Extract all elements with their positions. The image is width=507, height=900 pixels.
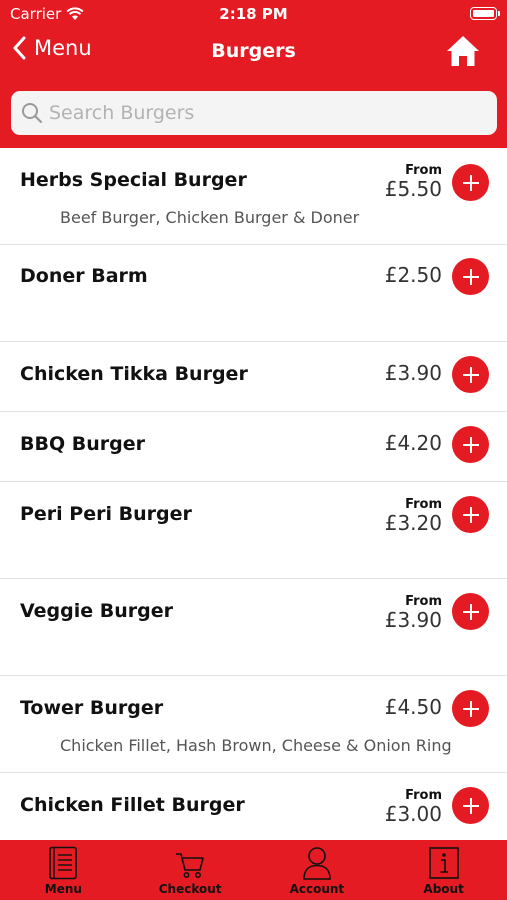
item-price: £2.50 [384,263,442,287]
add-button[interactable] [452,164,489,201]
menu-book-icon [49,846,78,880]
item-description: Beef Burger, Chicken Burger & Doner [60,208,360,227]
nav-bar: Menu Burgers [0,30,507,76]
chevron-left-icon [13,36,26,60]
item-name: Herbs Special Burger [20,169,247,191]
item-price: £3.20 [384,511,442,535]
item-description: Chicken Fillet, Hash Brown, Cheese & Oni… [60,736,452,755]
add-button[interactable] [452,690,489,727]
status-bar: Carrier 2:18 PM [0,0,507,28]
from-label: From [405,497,442,512]
add-button[interactable] [452,787,489,824]
home-button[interactable] [445,34,481,72]
search-icon [22,103,43,124]
add-button[interactable] [452,258,489,295]
list-item[interactable]: Doner Barm £2.50 [0,245,507,342]
item-price: £4.20 [384,431,442,455]
item-name: Peri Peri Burger [20,503,192,525]
tab-about-label: About [423,882,464,896]
tab-menu[interactable]: Menu [0,840,127,900]
item-name: BBQ Burger [20,433,145,455]
item-price: £3.90 [384,361,442,385]
tab-about[interactable]: About [380,840,507,900]
item-name: Doner Barm [20,265,148,287]
price-box: £4.50 [385,696,442,718]
back-button[interactable]: Menu [12,36,92,60]
home-icon [447,36,479,66]
tab-account[interactable]: Account [254,840,381,900]
back-label: Menu [34,36,92,60]
person-icon [303,847,331,880]
cart-icon [176,853,204,878]
item-price: £4.50 [384,695,442,719]
burger-list: Herbs Special Burger From £5.50 Beef Bur… [0,148,507,840]
add-button[interactable] [452,356,489,393]
add-button[interactable] [452,593,489,630]
battery-icon [470,7,500,20]
list-item[interactable]: Veggie Burger From £3.90 [0,579,507,676]
list-item[interactable]: Tower Burger £4.50 Chicken Fillet, Hash … [0,676,507,773]
add-button[interactable] [452,426,489,463]
price-box: From £5.50 [384,163,442,201]
price-box: From £3.20 [384,497,442,535]
item-price: £3.90 [384,608,442,632]
tab-account-label: Account [289,882,345,896]
tab-bar: Menu Checkout Account About [0,840,507,900]
add-button[interactable] [452,496,489,533]
from-label: From [405,594,442,609]
item-price: £5.50 [384,177,442,201]
price-box: £3.90 [385,362,442,384]
list-item[interactable]: Peri Peri Burger From £3.20 [0,482,507,579]
price-box: From £3.00 [384,788,442,826]
status-time: 2:18 PM [219,5,288,23]
list-item[interactable]: BBQ Burger £4.20 [0,412,507,482]
price-box: £4.20 [385,432,442,454]
item-name: Chicken Tikka Burger [20,363,248,385]
header: Carrier 2:18 PM Menu Burgers [0,0,507,148]
item-price: £3.00 [384,802,442,826]
price-box: £2.50 [385,264,442,286]
tab-menu-label: Menu [44,882,82,896]
item-name: Chicken Fillet Burger [20,794,245,816]
item-name: Tower Burger [20,697,164,719]
price-box: From £3.90 [384,594,442,632]
from-label: From [405,788,442,803]
list-item[interactable]: Herbs Special Burger From £5.50 Beef Bur… [0,148,507,245]
item-name: Veggie Burger [20,600,174,622]
tab-checkout-label: Checkout [158,882,222,896]
list-item[interactable]: Chicken Fillet Burger From £3.00 [0,773,507,840]
list-item[interactable]: Chicken Tikka Burger £3.90 [0,342,507,412]
search-input[interactable] [49,102,479,124]
tab-checkout[interactable]: Checkout [127,840,254,900]
info-icon [428,847,459,879]
from-label: From [405,163,442,178]
search-bar [11,91,497,135]
